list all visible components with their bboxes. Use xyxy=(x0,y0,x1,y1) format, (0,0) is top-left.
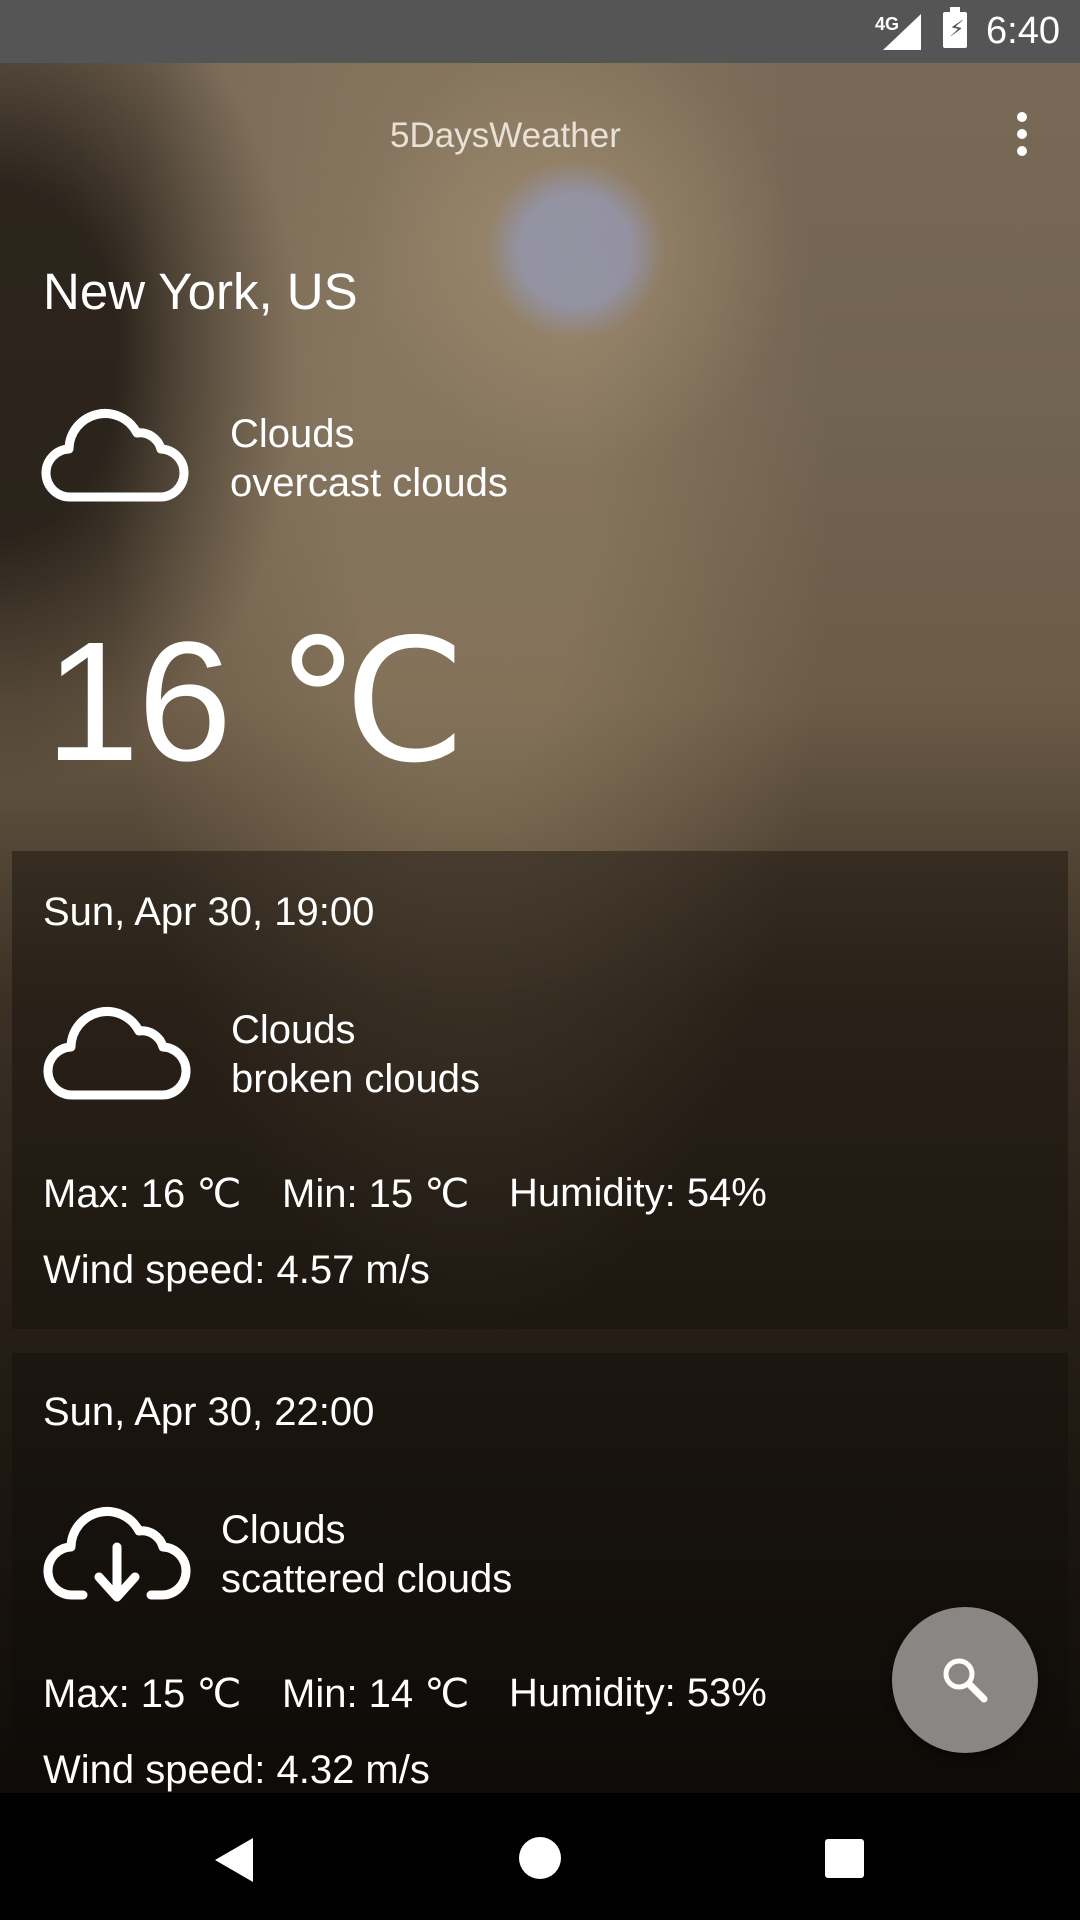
forecast-condition: Clouds xyxy=(221,1508,346,1552)
forecast-card[interactable]: Sun, Apr 30, 19:00 Clouds broken clouds … xyxy=(12,851,1068,1329)
forecast-min: Min: 14 ℃ xyxy=(282,1672,470,1716)
forecast-max: Max: 15 ℃ xyxy=(43,1672,242,1716)
search-button[interactable] xyxy=(892,1607,1038,1753)
forecast-description: scattered clouds xyxy=(221,1557,513,1601)
app-title: 5DaysWeather xyxy=(390,116,621,155)
battery-charging-icon: ⚡ xyxy=(943,7,967,48)
cloud-icon xyxy=(43,1007,191,1100)
forecast-description: broken clouds xyxy=(231,1057,481,1101)
forecast-wind: Wind speed: 4.32 m/s xyxy=(43,1748,430,1792)
cloud-download-icon xyxy=(43,1507,191,1602)
more-vert-icon[interactable] xyxy=(1010,112,1034,162)
forecast-max: Max: 16 ℃ xyxy=(43,1172,242,1216)
cloud-icon xyxy=(41,409,189,502)
current-temperature: 16 ℃ xyxy=(45,607,466,797)
city-name: New York, US xyxy=(43,263,358,320)
forecast-date: Sun, Apr 30, 22:00 xyxy=(43,1390,375,1434)
back-icon[interactable] xyxy=(215,1838,253,1882)
forecast-min: Min: 15 ℃ xyxy=(282,1172,470,1216)
forecast-date: Sun, Apr 30, 19:00 xyxy=(43,890,375,934)
forecast-condition: Clouds xyxy=(231,1008,356,1052)
current-condition: Clouds xyxy=(230,412,355,456)
status-time: 6:40 xyxy=(986,10,1060,52)
current-description: overcast clouds xyxy=(230,461,508,505)
status-bar: 4G ⚡ 6:40 xyxy=(0,0,1080,63)
home-icon[interactable] xyxy=(519,1837,561,1879)
forecast-humidity: Humidity: 53% xyxy=(509,1671,767,1715)
signal-icon xyxy=(883,14,921,50)
recents-icon[interactable] xyxy=(825,1839,864,1878)
search-icon xyxy=(943,1658,988,1703)
forecast-humidity: Humidity: 54% xyxy=(509,1171,767,1215)
forecast-wind: Wind speed: 4.57 m/s xyxy=(43,1248,430,1292)
